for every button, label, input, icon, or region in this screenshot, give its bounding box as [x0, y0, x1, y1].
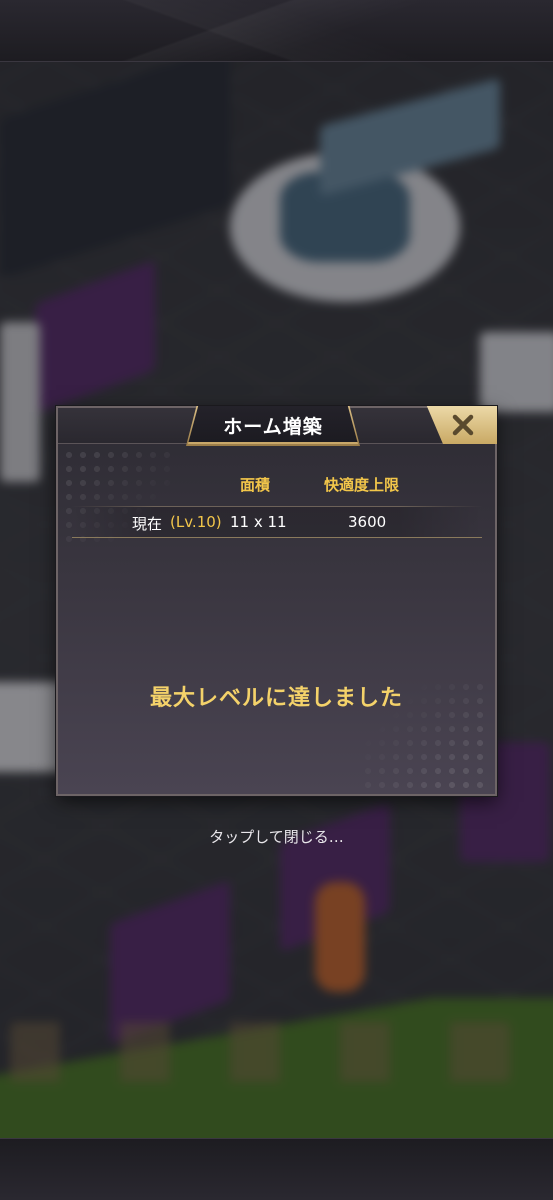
- dialog-title: ホーム増築: [223, 416, 323, 438]
- top-bar: [0, 0, 553, 62]
- close-icon[interactable]: [449, 411, 477, 439]
- home-expansion-dialog: ホーム増築 面積 快適度上限 現在 (Lv.10) 11 x 11 3600 最…: [56, 406, 497, 796]
- current-level: (Lv.10): [170, 513, 222, 531]
- current-level-row: 現在 (Lv.10) 11 x 11 3600: [72, 506, 482, 538]
- current-area: 11 x 11: [230, 513, 287, 531]
- tap-to-close-hint[interactable]: タップして閉じる…: [0, 826, 553, 847]
- bottom-bar: [0, 1138, 553, 1200]
- max-level-message: 最大レベルに達しました: [149, 686, 403, 711]
- current-comfort-cap: 3600: [348, 513, 387, 531]
- column-header-area: 面積: [240, 476, 271, 494]
- column-header-comfort-cap: 快適度上限: [324, 476, 400, 494]
- current-label: 現在: [132, 515, 163, 533]
